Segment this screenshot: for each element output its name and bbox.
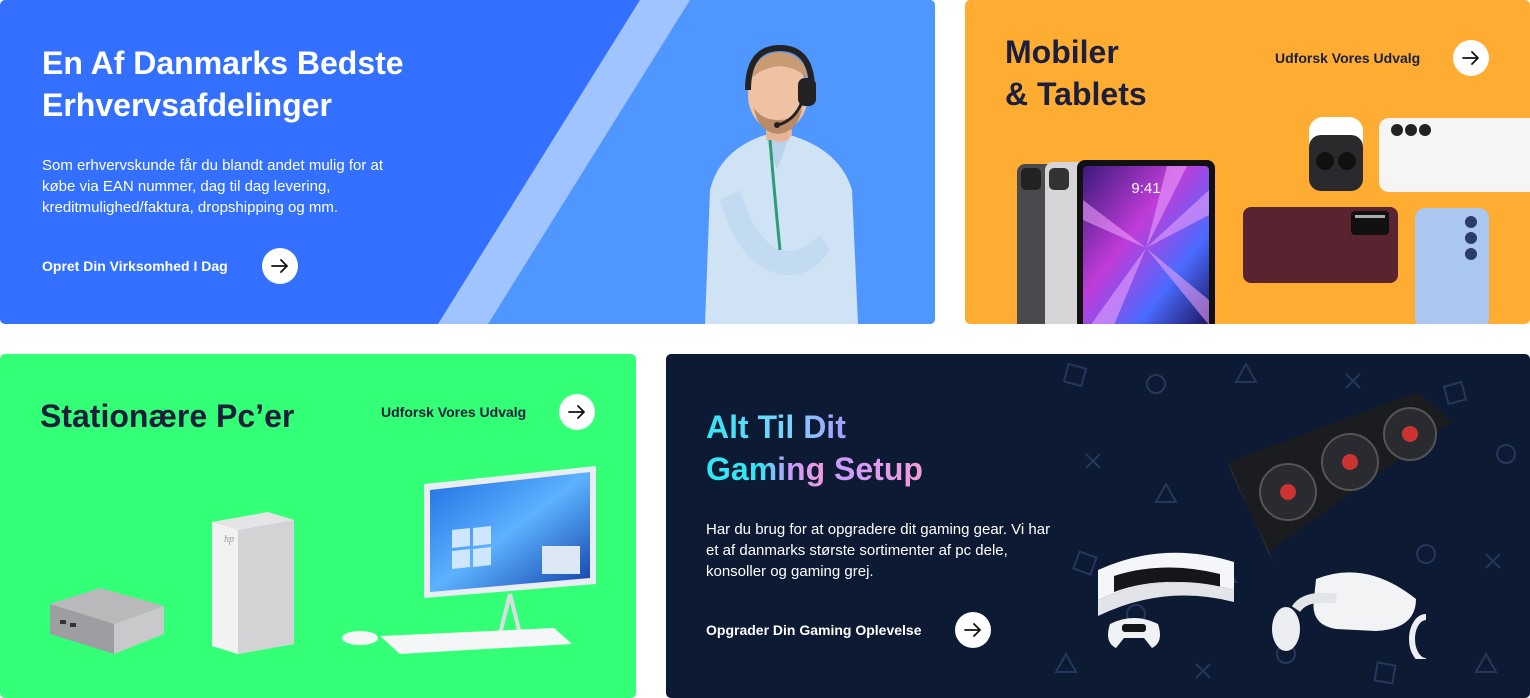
ps5-console-image <box>1098 552 1234 616</box>
gaming-setup-card[interactable]: Alt Til Dit Gaming Setup Har du brug for… <box>666 354 1530 698</box>
upgrade-gaming-link[interactable]: Opgrader Din Gaming Oplevelse <box>706 612 991 648</box>
desktop-title: Stationære Pc’er <box>40 398 295 434</box>
create-business-link[interactable]: Opret Din Virksomhed I Dag <box>42 248 298 284</box>
arrow-right-icon[interactable] <box>1453 40 1489 76</box>
explore-desktops-label: Udforsk Vores Udvalg <box>381 404 527 420</box>
earbuds-image <box>1309 117 1363 191</box>
all-in-one-pc-image <box>342 466 596 654</box>
desktop-tower-image: hp <box>212 512 294 654</box>
business-title: En Af Danmarks Bedste Erhvervsafdelinger <box>42 45 404 123</box>
graphics-card-image <box>1228 392 1452 562</box>
explore-mobiles-label: Udforsk Vores Udvalg <box>1275 50 1421 66</box>
tablets-image: 9:41 <box>1017 160 1215 324</box>
gaming-title: Alt Til Dit Gaming Setup <box>706 409 923 487</box>
vr-headset-image <box>1272 572 1426 659</box>
explore-desktops-link[interactable]: Udforsk Vores Udvalg <box>381 394 595 430</box>
game-controller-image <box>1108 618 1160 648</box>
upgrade-gaming-label: Opgrader Din Gaming Oplevelse <box>706 622 922 638</box>
gaming-description: Har du brug for at opgradere dit gaming … <box>706 521 1051 580</box>
tablet-clock: 9:41 <box>1131 180 1160 197</box>
mobiles-title: Mobiler & Tablets <box>1005 34 1147 112</box>
arrow-right-icon[interactable] <box>955 612 991 648</box>
phone-case-image <box>1243 207 1398 283</box>
svg-text:hp: hp <box>224 534 234 545</box>
arrow-right-icon[interactable] <box>559 394 595 430</box>
mobiles-tablets-card[interactable]: Mobiler & Tablets Udforsk Vores Udvalg 9… <box>965 0 1530 324</box>
desktop-pcs-card[interactable]: Stationære Pc’er Udforsk Vores Udvalg hp <box>0 354 636 698</box>
support-agent-photo <box>705 44 858 324</box>
white-phone-image <box>1379 118 1530 192</box>
business-description: Som erhvervskunde får du blandt andet mu… <box>42 157 384 216</box>
business-promo-card[interactable]: En Af Danmarks Bedste Erhvervsafdelinger… <box>0 0 935 324</box>
explore-mobiles-link[interactable]: Udforsk Vores Udvalg <box>1275 40 1489 76</box>
blue-phone-image <box>1415 208 1489 324</box>
mini-pc-image <box>50 588 164 654</box>
arrow-right-icon[interactable] <box>262 248 298 284</box>
create-business-label: Opret Din Virksomhed I Dag <box>42 258 228 274</box>
